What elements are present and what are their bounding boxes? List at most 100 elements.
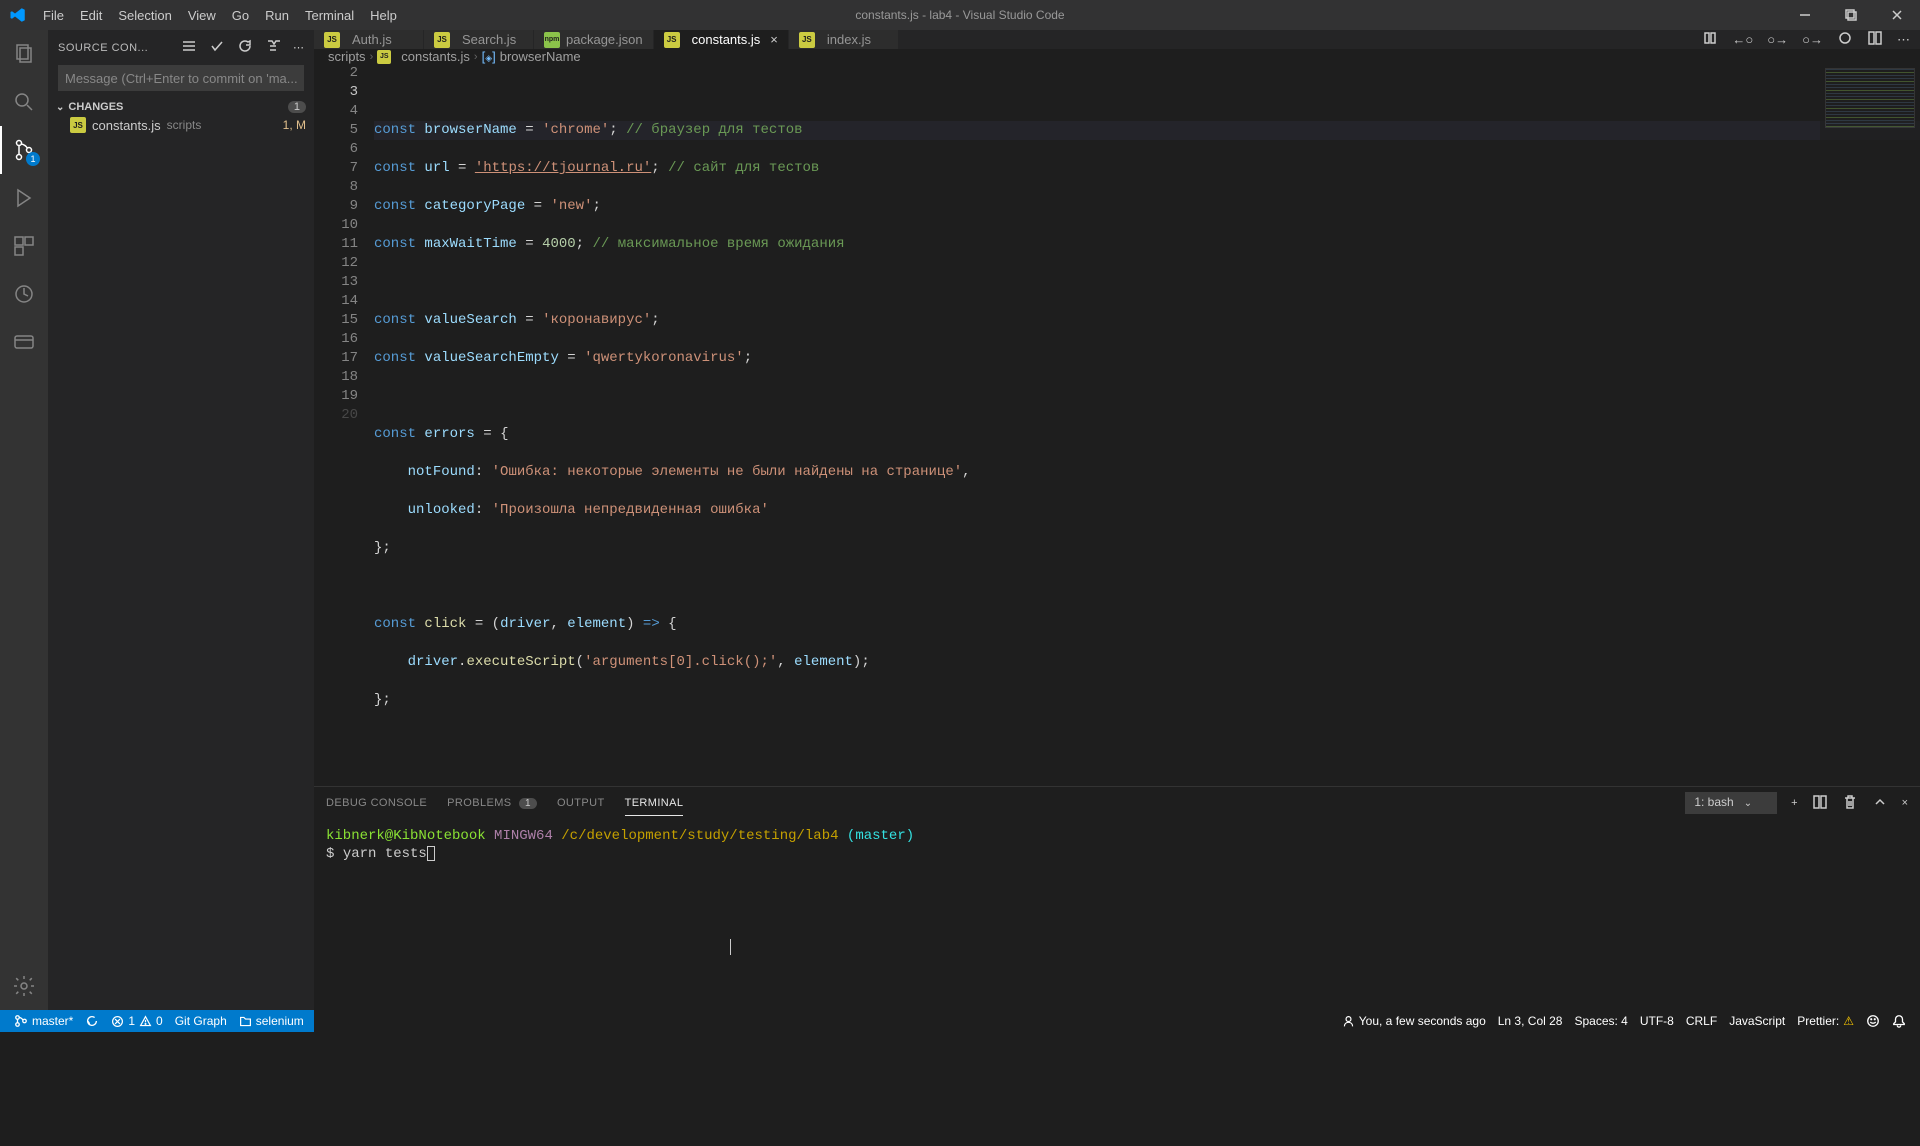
scm-refresh-icon[interactable] [237,38,253,57]
js-file-icon: JS [70,117,86,133]
new-terminal-icon[interactable]: + [1791,797,1797,809]
window-title: constants.js - lab4 - Visual Studio Code [855,8,1064,22]
editor-preview-icon[interactable] [1837,30,1853,49]
tab-label: index.js [827,32,871,47]
menubar: File Edit Selection View Go Run Terminal… [35,0,405,30]
scm-tree-view-icon[interactable] [181,38,197,57]
status-folder[interactable]: selenium [233,1010,310,1032]
editor-goback-icon[interactable]: ←○ [1732,32,1753,47]
tab-label: package.json [566,32,643,47]
breadcrumb-symbol[interactable]: browserName [500,49,581,64]
problems-badge: 1 [519,798,537,809]
menu-help[interactable]: Help [362,0,405,30]
terminal-selector[interactable]: 1: bash ⌄ [1685,792,1777,814]
minimize-button[interactable] [1782,0,1828,30]
panel: DEBUG CONSOLE PROBLEMS 1 OUTPUT TERMINAL… [314,786,1920,1146]
activity-search[interactable] [0,78,48,126]
titlebar: File Edit Selection View Go Run Terminal… [0,0,1920,30]
variable-icon: [◈] [482,49,496,64]
close-icon[interactable]: × [770,32,778,47]
tab-label: constants.js [692,32,761,47]
kill-terminal-icon[interactable] [1842,794,1858,813]
breadcrumb[interactable]: scripts › JS constants.js › [◈] browserN… [314,49,1920,64]
menu-file[interactable]: File [35,0,72,30]
status-branch[interactable]: master* [8,1010,79,1032]
js-file-icon: JS [434,32,450,48]
tab-package-json[interactable]: npm package.json [534,30,654,49]
menu-terminal[interactable]: Terminal [297,0,362,30]
window-controls [1782,0,1920,30]
close-panel-icon[interactable]: × [1902,797,1908,809]
breadcrumb-file[interactable]: constants.js [401,49,470,64]
maximize-button[interactable] [1828,0,1874,30]
activity-bar: 1 [0,30,48,1010]
panel-tab-terminal[interactable]: TERMINAL [625,791,684,816]
chevron-down-icon: ⌄ [56,102,64,113]
editor-tabs: JS Auth.js JS Search.js npm package.json… [314,30,1920,49]
tab-label: Search.js [462,32,516,47]
scm-commit-icon[interactable] [209,38,225,57]
js-file-icon: JS [324,32,340,48]
sidebar-title: SOURCE CON... [58,42,148,54]
code-content[interactable]: const browserName = 'chrome'; // браузер… [374,64,1920,786]
scm-file-status: 1, M [283,118,306,132]
activity-run-debug[interactable] [0,174,48,222]
menu-run[interactable]: Run [257,0,297,30]
scm-file-name: constants.js [92,118,161,133]
editor-goforward-icon[interactable]: ○→ [1802,32,1823,47]
js-file-icon: JS [377,50,391,64]
status-problems[interactable]: 1 0 [105,1010,168,1032]
close-button[interactable] [1874,0,1920,30]
chevron-right-icon: › [474,51,478,63]
split-terminal-icon[interactable] [1812,794,1828,813]
scm-file-folder: scripts [167,118,202,132]
npm-file-icon: npm [544,32,560,48]
menu-view[interactable]: View [180,0,224,30]
scm-file-entry[interactable]: JS constants.js scripts 1, M [48,115,314,135]
editor-compare-icon[interactable] [1702,30,1718,49]
breadcrumb-folder[interactable]: scripts [328,49,366,64]
terminal[interactable]: kibnerk@KibNotebook MINGW64 /c/developme… [314,819,1920,1146]
status-sync[interactable] [79,1010,105,1032]
editor-progress-icon[interactable]: ○→ [1767,32,1788,47]
activity-source-control[interactable]: 1 [0,126,48,174]
changes-section-header[interactable]: ⌄ CHANGES 1 [48,99,314,115]
sidebar-source-control: SOURCE CON... ⋯ ⌄ CHANGES 1 JS constants… [48,30,314,1010]
tab-search-js[interactable]: JS Search.js [424,30,534,49]
activity-remote[interactable] [0,318,48,366]
editor-split-icon[interactable] [1867,30,1883,49]
chevron-down-icon: ⌄ [1744,798,1752,809]
panel-tab-debug-console[interactable]: DEBUG CONSOLE [326,791,427,815]
activity-extensions[interactable] [0,222,48,270]
tab-auth-js[interactable]: JS Auth.js [314,30,424,49]
commit-message-input[interactable] [58,65,304,91]
activity-explorer[interactable] [0,30,48,78]
chevron-right-icon: › [370,51,374,63]
code-editor[interactable]: 2 3 4 5 6 7 8 9 10 11 12 13 14 15 16 17 [314,64,1920,786]
line-number-gutter: 2 3 4 5 6 7 8 9 10 11 12 13 14 15 16 17 [314,64,374,786]
panel-tab-output[interactable]: OUTPUT [557,791,605,815]
tab-constants-js[interactable]: JS constants.js × [654,30,789,49]
editor-more-icon[interactable]: ⋯ [1897,32,1910,48]
js-file-icon: JS [799,32,815,48]
text-cursor-icon [730,939,731,955]
scm-badge: 1 [26,152,40,166]
status-gitgraph[interactable]: Git Graph [169,1010,233,1032]
activity-liveshare[interactable] [0,270,48,318]
terminal-cursor [427,846,435,861]
editor-area: JS Auth.js JS Search.js npm package.json… [314,30,1920,1010]
tab-label: Auth.js [352,32,392,47]
js-file-icon: JS [664,32,680,48]
panel-tab-problems[interactable]: PROBLEMS 1 [447,791,537,815]
minimap[interactable] [1820,64,1920,786]
menu-edit[interactable]: Edit [72,0,110,30]
menu-go[interactable]: Go [224,0,257,30]
scm-stage-icon[interactable] [265,38,281,57]
menu-selection[interactable]: Selection [110,0,179,30]
tab-index-js[interactable]: JS index.js [789,30,899,49]
scm-more-icon[interactable]: ⋯ [293,41,304,54]
vscode-logo-icon [0,6,35,24]
maximize-panel-icon[interactable] [1872,794,1888,813]
activity-settings[interactable] [0,962,48,1010]
changes-count-badge: 1 [288,101,306,113]
